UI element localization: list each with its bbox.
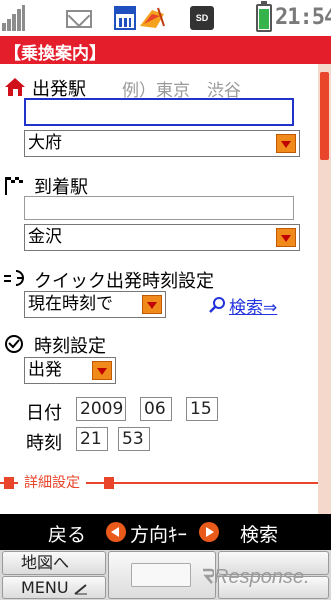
arrival-input[interactable] bbox=[24, 196, 294, 220]
detail-settings-section[interactable]: 詳細設定 bbox=[0, 472, 318, 494]
day-field[interactable]: 15 bbox=[186, 397, 218, 421]
year-field[interactable]: 2009 bbox=[76, 397, 126, 421]
quick-search-link[interactable]: 検索⇒ bbox=[229, 293, 277, 318]
time-mode-select-value: 出発 bbox=[28, 360, 62, 380]
calendar-icon bbox=[114, 6, 136, 30]
pencil-icon bbox=[74, 583, 87, 595]
arrival-select[interactable]: 金沢 bbox=[24, 224, 300, 251]
scrollbar[interactable] bbox=[318, 64, 331, 514]
section-marker-icon bbox=[4, 477, 14, 489]
time-setting-label: 時刻設定 bbox=[34, 336, 106, 357]
map-button[interactable]: 地図へ bbox=[2, 551, 106, 575]
mail-icon bbox=[66, 10, 92, 28]
softkey-bar: 戻る 方向ｷｰ 検索 bbox=[0, 514, 331, 550]
center-key-face bbox=[131, 563, 191, 587]
watermark-text: Response. bbox=[214, 566, 310, 588]
back-softkey[interactable]: 戻る bbox=[48, 520, 86, 547]
clock-icon bbox=[4, 334, 24, 354]
main-content: 出発駅 例）東京 渋谷 大府 到着駅 金沢 クイック出発時刻設定 現在時刻で 検… bbox=[0, 64, 318, 514]
date-label: 日付 bbox=[26, 403, 62, 424]
detail-settings-label: 詳細設定 bbox=[18, 472, 86, 492]
arrow-left-icon[interactable] bbox=[106, 522, 126, 542]
minute-field[interactable]: 53 bbox=[118, 427, 150, 451]
menu-button-label: MENU bbox=[21, 578, 69, 597]
month-field[interactable]: 06 bbox=[140, 397, 172, 421]
arrow-right-icon[interactable] bbox=[199, 522, 219, 542]
quick-time-select-value: 現在時刻で bbox=[28, 294, 113, 314]
hour-field[interactable]: 21 bbox=[76, 427, 108, 451]
status-bar: SD 21:54 bbox=[0, 0, 331, 36]
departure-select-value: 大府 bbox=[28, 133, 62, 153]
chevron-down-icon bbox=[142, 295, 162, 314]
flag-icon bbox=[138, 6, 166, 30]
clock: 21:54 bbox=[275, 5, 331, 30]
goal-flag-icon bbox=[4, 175, 26, 197]
antenna-icon bbox=[2, 5, 26, 31]
quick-time-label: クイック出発時刻設定 bbox=[34, 271, 214, 292]
title-bar: 【乗換案内】 bbox=[0, 36, 331, 64]
page-title: 【乗換案内】 bbox=[4, 44, 106, 64]
watermark-logo: Response. bbox=[200, 566, 310, 589]
chevron-down-icon bbox=[276, 134, 296, 153]
quick-clock-icon bbox=[4, 268, 26, 288]
chevron-down-icon bbox=[92, 361, 112, 380]
battery-icon bbox=[256, 1, 272, 32]
direction-key-label: 方向ｷｰ bbox=[130, 524, 188, 546]
time-mode-select[interactable]: 出発 bbox=[24, 357, 116, 384]
section-marker-icon bbox=[104, 477, 114, 489]
battery-level bbox=[259, 9, 269, 29]
home-icon bbox=[4, 77, 26, 97]
quick-time-select[interactable]: 現在時刻で bbox=[24, 291, 166, 318]
response-logo-icon bbox=[203, 568, 216, 584]
departure-select[interactable]: 大府 bbox=[24, 130, 300, 157]
time-label: 時刻 bbox=[26, 433, 62, 454]
map-button-label: 地図へ bbox=[21, 553, 70, 572]
sd-card-icon: SD bbox=[190, 6, 214, 30]
search-icon[interactable] bbox=[208, 296, 226, 314]
chevron-down-icon bbox=[276, 228, 296, 247]
search-softkey[interactable]: 検索 bbox=[240, 520, 278, 547]
scroll-thumb[interactable] bbox=[320, 72, 329, 160]
departure-input[interactable] bbox=[24, 98, 294, 126]
arrival-select-value: 金沢 bbox=[28, 227, 62, 247]
menu-button[interactable]: MENU bbox=[2, 576, 106, 599]
